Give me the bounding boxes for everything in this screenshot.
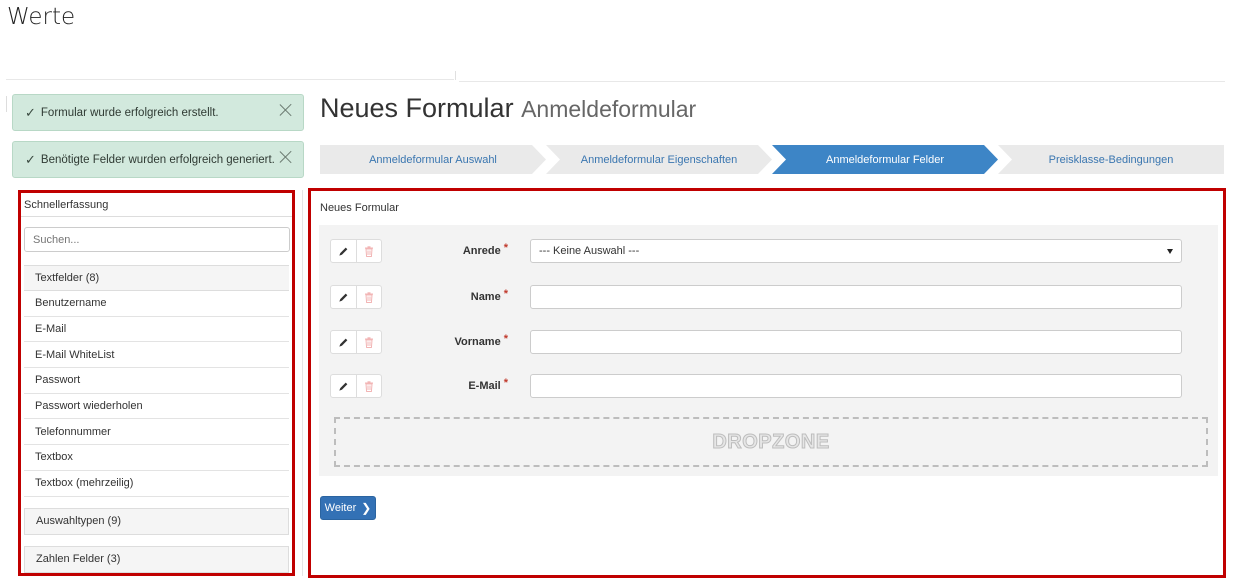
divider	[6, 79, 454, 80]
trash-icon[interactable]	[357, 375, 382, 397]
quick-entry-sidebar: Schnellerfassung Textfelder (8) Benutzer…	[18, 190, 295, 576]
wizard-step-preisklasse[interactable]: Preisklasse-Bedingungen	[998, 145, 1224, 174]
form-fields-area: Anrede * --- Keine Auswahl --- Name * Vorn…	[319, 225, 1218, 476]
trash-icon[interactable]	[357, 286, 382, 308]
field-group-numbers: Zahlen Felder (3)	[24, 545, 289, 573]
pencil-icon[interactable]	[331, 375, 357, 397]
wizard-step-felder[interactable]: Anmeldeformular Felder	[772, 145, 998, 174]
field-group-selection: Auswahltypen (9)	[24, 507, 289, 535]
page-heading: Werte	[7, 4, 76, 30]
form-field-row-email: E-Mail *	[319, 369, 1218, 403]
list-item[interactable]: E-Mail WhiteList	[24, 342, 289, 369]
form-title-subtitle: Anmeldeformular	[521, 96, 697, 122]
select-value: --- Keine Auswahl ---	[539, 245, 640, 257]
email-input[interactable]	[530, 374, 1182, 398]
trash-icon[interactable]	[357, 240, 382, 262]
divider	[459, 81, 1225, 82]
required-marker: *	[503, 288, 508, 300]
next-button-label: Weiter	[324, 502, 357, 514]
wizard-steps: Anmeldeformular Auswahl Anmeldeformular …	[320, 145, 1224, 174]
pencil-icon[interactable]	[331, 240, 357, 262]
dropzone[interactable]: DROPZONE	[334, 417, 1208, 467]
chevron-right-icon: ❯	[361, 501, 372, 515]
field-label-text: Anrede	[462, 245, 501, 257]
next-button[interactable]: Weiter ❯	[320, 496, 376, 520]
list-item[interactable]: Telefonnummer	[24, 419, 289, 446]
pencil-icon[interactable]	[331, 286, 357, 308]
required-marker: *	[503, 333, 508, 345]
alert-text: Formular wurde erfolgreich erstellt.	[40, 106, 219, 119]
close-icon[interactable]	[279, 150, 293, 164]
field-label: Vorname *	[454, 325, 508, 359]
field-label: Name *	[471, 280, 508, 314]
list-item[interactable]: Textbox (mehrzeilig)	[24, 471, 289, 497]
list-item[interactable]: Passwort wiederholen	[24, 394, 289, 420]
caret-down-icon	[1167, 249, 1173, 254]
close-icon[interactable]	[279, 103, 293, 117]
divider	[455, 71, 456, 80]
required-marker: *	[503, 377, 508, 389]
divider	[302, 190, 303, 576]
alert-text: Benötigte Felder wurden erfolgreich gene…	[40, 153, 275, 166]
list-item[interactable]: Benutzername	[24, 291, 289, 317]
field-actions	[330, 239, 382, 263]
group-header-textfelder[interactable]: Textfelder (8)	[24, 266, 289, 291]
pencil-icon[interactable]	[331, 331, 357, 353]
wizard-step-auswahl[interactable]: Anmeldeformular Auswahl	[320, 145, 546, 174]
anrede-select[interactable]: --- Keine Auswahl ---	[530, 239, 1182, 263]
divider	[6, 96, 7, 112]
field-actions	[330, 285, 382, 309]
field-label-text: Name	[470, 291, 501, 303]
checkmark-icon: ✓	[25, 104, 36, 120]
checkmark-icon: ✓	[25, 151, 36, 167]
search-input[interactable]	[24, 227, 290, 252]
group-header-zahlen[interactable]: Zahlen Felder (3)	[25, 546, 288, 572]
field-actions	[330, 374, 382, 398]
field-label-text: Vorname	[454, 336, 501, 348]
required-marker: *	[503, 242, 508, 254]
form-field-row-anrede: Anrede * --- Keine Auswahl ---	[319, 234, 1218, 268]
field-group-text: Textfelder (8) Benutzername E-Mail E-Mai…	[24, 265, 289, 497]
field-actions	[330, 330, 382, 354]
field-label-text: E-Mail	[468, 380, 501, 392]
success-alert: ✓ Formular wurde erfolgreich erstellt.	[12, 94, 304, 131]
form-field-row-name: Name *	[319, 280, 1218, 314]
field-label: E-Mail *	[468, 369, 508, 403]
panel-title: Neues Formular	[320, 202, 399, 214]
form-title-main: Neues Formular	[320, 93, 514, 123]
vorname-input[interactable]	[530, 330, 1182, 354]
field-label: Anrede *	[463, 234, 508, 268]
trash-icon[interactable]	[357, 331, 382, 353]
form-field-row-vorname: Vorname *	[319, 325, 1218, 359]
wizard-step-eigenschaften[interactable]: Anmeldeformular Eigenschaften	[546, 145, 772, 174]
name-input[interactable]	[530, 285, 1182, 309]
form-title: Neues Formular Anmeldeformular	[320, 93, 696, 124]
list-item[interactable]: Textbox	[24, 445, 289, 471]
success-alert: ✓ Benötigte Felder wurden erfolgreich ge…	[12, 141, 304, 178]
group-header-auswahltypen[interactable]: Auswahltypen (9)	[25, 508, 288, 534]
list-item[interactable]: Passwort	[24, 368, 289, 394]
sidebar-title: Schnellerfassung	[21, 193, 292, 217]
form-editor-panel: Neues Formular Anrede * --- Keine Auswahl…	[308, 188, 1226, 578]
list-item[interactable]: E-Mail	[24, 317, 289, 343]
